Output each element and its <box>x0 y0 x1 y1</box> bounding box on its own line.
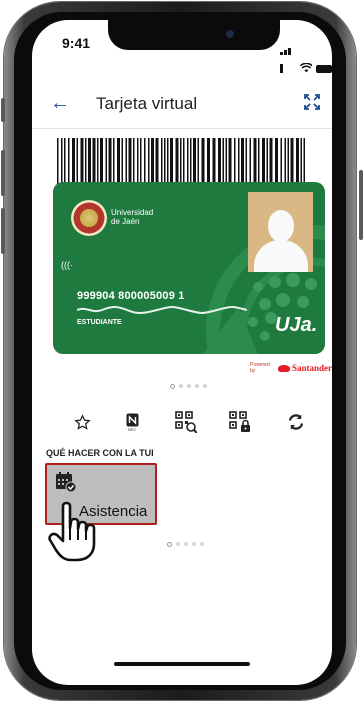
tiles-pager-dots <box>167 542 204 547</box>
card-photo <box>248 192 313 272</box>
card-pager-dots <box>170 384 207 389</box>
header-divider <box>32 128 332 129</box>
qr-lock-icon <box>229 411 250 432</box>
app-bar: ← Tarjeta virtual <box>32 88 332 128</box>
nfc-button[interactable]: NFC <box>120 410 144 434</box>
qr-scan-button[interactable] <box>174 410 198 434</box>
card-role: ESTUDIANTE <box>77 319 122 326</box>
university-name: Universidad de Jaén <box>111 208 154 226</box>
expand-icon[interactable] <box>304 94 320 110</box>
action-bar: NFC <box>32 410 332 440</box>
powered-by-santander: Powered by Santander <box>250 362 332 374</box>
card-number: 999904 800005009 1 <box>77 290 185 302</box>
home-indicator <box>114 662 250 666</box>
volume-up-button <box>1 150 5 196</box>
star-icon <box>73 413 91 430</box>
wifi-icon <box>299 63 313 73</box>
battery-icon <box>316 65 332 73</box>
barcode <box>57 138 305 184</box>
qr-lock-button[interactable] <box>228 410 252 434</box>
refresh-button[interactable] <box>284 410 308 434</box>
card-holder-name-scribble <box>76 306 248 316</box>
refresh-icon <box>288 414 304 430</box>
contactless-icon: (((· <box>61 260 73 270</box>
signal-icon <box>280 37 296 73</box>
status-icons <box>280 37 332 73</box>
nfc-icon <box>126 413 138 426</box>
back-arrow-icon[interactable]: ← <box>50 92 70 115</box>
mute-switch <box>1 98 5 122</box>
qr-scan-icon <box>175 411 197 433</box>
calendar-check-icon <box>56 472 77 493</box>
university-seal-icon <box>71 200 107 236</box>
section-title: QUÉ HACER CON LA TUI <box>46 448 154 458</box>
santander-flame-icon <box>278 364 290 372</box>
volume-down-button <box>1 208 5 254</box>
page-title: Tarjeta virtual <box>96 94 198 113</box>
notch <box>108 20 280 50</box>
favorite-button[interactable] <box>70 410 94 434</box>
phone-screen: 9:41 ← Tarjeta virtual Universidad de Ja… <box>32 20 332 685</box>
status-time: 9:41 <box>62 35 91 51</box>
power-button <box>359 170 363 240</box>
uja-logo: UJa. <box>275 314 318 336</box>
camera-icon <box>226 30 234 38</box>
pointer-hand-icon <box>48 501 96 562</box>
virtual-card: Universidad de Jaén (((· 999904 80000500… <box>53 182 325 354</box>
